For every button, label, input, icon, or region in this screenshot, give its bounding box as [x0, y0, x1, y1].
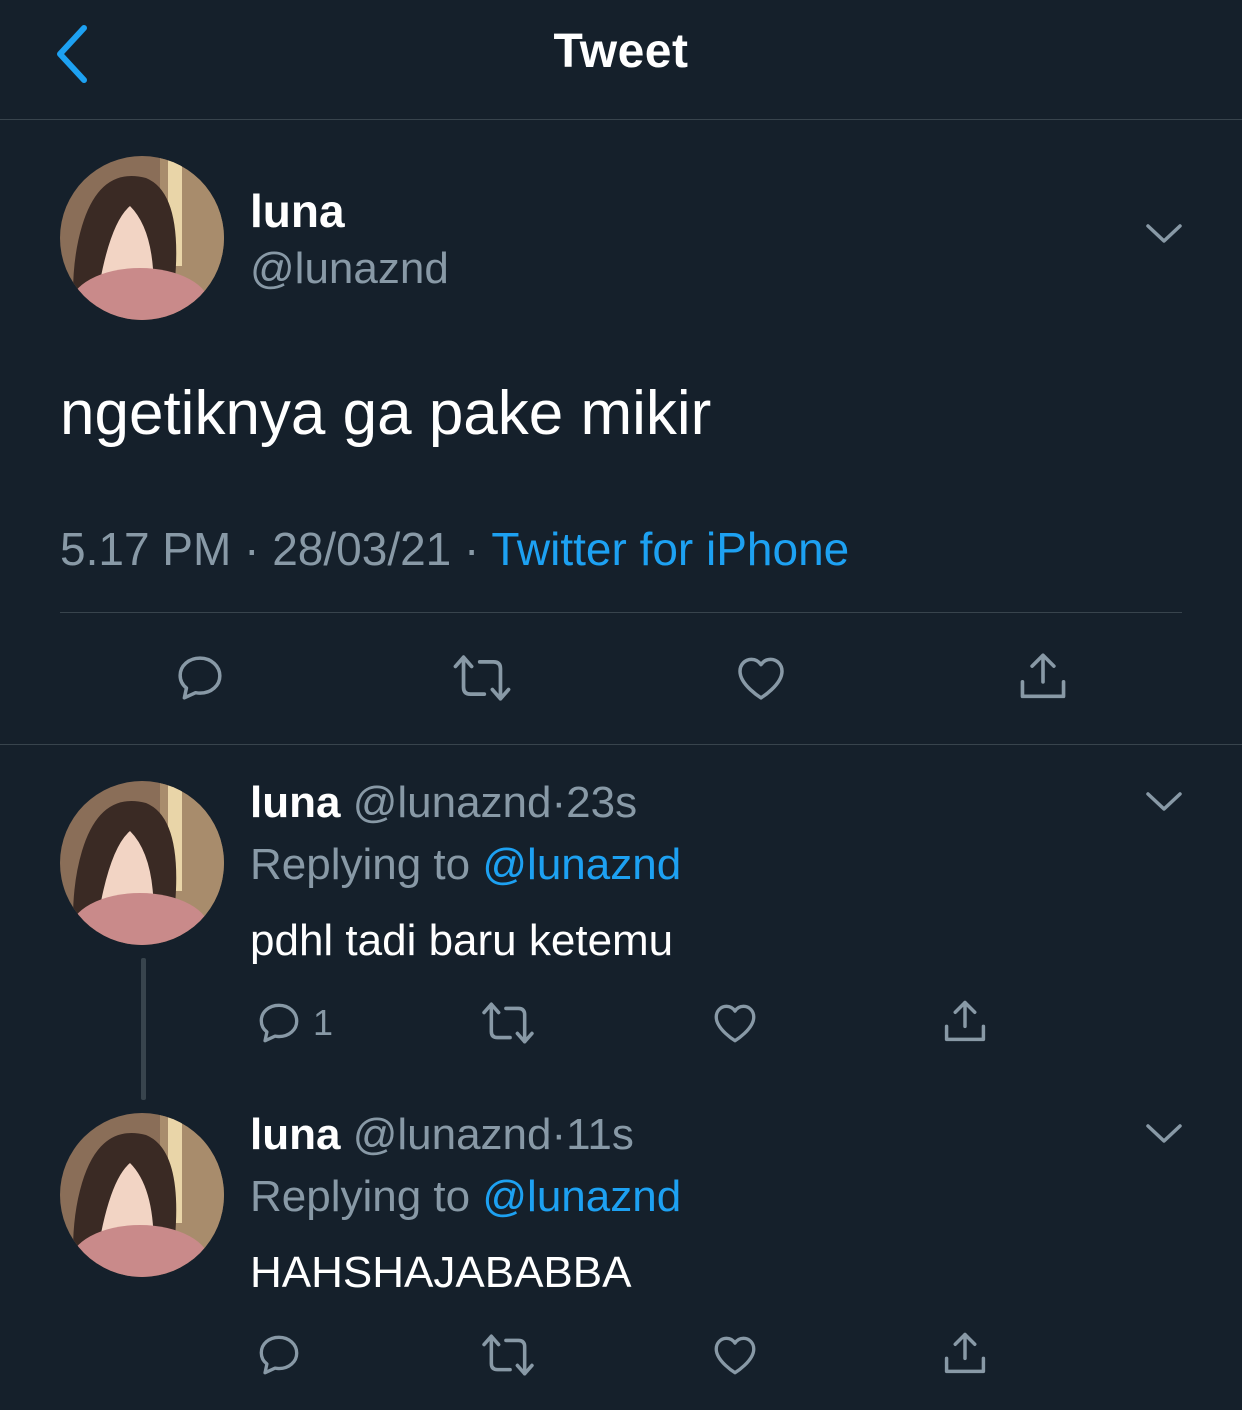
chevron-down-icon[interactable] — [1145, 1122, 1183, 1151]
chevron-down-icon[interactable] — [1145, 222, 1183, 251]
replying-to-label: Replying to — [250, 1172, 471, 1221]
meta-separator: · — [551, 778, 567, 827]
tweet-date: 28/03/21 — [272, 523, 452, 575]
reply-icon[interactable] — [254, 998, 304, 1048]
retweet-icon[interactable] — [480, 1330, 536, 1380]
tweet-time: 11s — [566, 1110, 634, 1159]
reply-icon[interactable] — [254, 1330, 304, 1380]
reply-text: HAHSHAJABABBA — [250, 1248, 632, 1297]
retweet-icon[interactable] — [452, 650, 512, 706]
display-name[interactable]: luna — [250, 778, 340, 827]
divider — [60, 612, 1182, 613]
heart-icon[interactable] — [733, 650, 789, 706]
share-icon[interactable] — [1014, 648, 1072, 706]
share-icon[interactable] — [939, 1328, 991, 1380]
username[interactable]: @lunaznd — [353, 778, 552, 827]
reply-icon[interactable] — [172, 650, 228, 706]
meta-separator: · — [244, 523, 260, 575]
tweet-meta: 5.17 PM · 28/03/21 · Twitter for iPhone — [60, 522, 849, 576]
tweet-time: 23s — [566, 778, 638, 827]
replying-to-label: Replying to — [250, 840, 471, 889]
reply-text: pdhl tadi baru ketemu — [250, 916, 674, 965]
tweet-time: 5.17 PM — [60, 523, 232, 575]
heart-icon[interactable] — [710, 1330, 760, 1380]
avatar[interactable] — [60, 156, 224, 320]
share-icon[interactable] — [939, 996, 991, 1048]
page-title: Tweet — [553, 25, 689, 78]
reply-count: 1 — [313, 1002, 334, 1043]
meta-separator: · — [464, 523, 480, 575]
replying-to: Replying to @lunaznd — [250, 840, 681, 890]
reply-header: luna @lunaznd·11s — [250, 1110, 634, 1160]
replying-to-handle[interactable]: @lunaznd — [482, 840, 681, 889]
reply-header: luna @lunaznd·23s — [250, 778, 637, 828]
tweet-source-link[interactable]: Twitter for iPhone — [491, 523, 849, 575]
chevron-down-icon[interactable] — [1145, 790, 1183, 819]
display-name[interactable]: luna — [250, 1110, 340, 1159]
display-name[interactable]: luna — [250, 184, 345, 238]
username[interactable]: @lunaznd — [353, 1110, 552, 1159]
username[interactable]: @lunaznd — [250, 244, 449, 294]
replying-to-handle[interactable]: @lunaznd — [482, 1172, 681, 1221]
replying-to: Replying to @lunaznd — [250, 1172, 681, 1222]
tweet-text: ngetiknya ga pake mikir — [60, 379, 712, 448]
heart-icon[interactable] — [710, 998, 760, 1048]
retweet-icon[interactable] — [480, 998, 536, 1048]
avatar[interactable] — [60, 781, 224, 945]
meta-separator: · — [551, 1110, 567, 1159]
divider — [0, 744, 1242, 745]
avatar[interactable] — [60, 1113, 224, 1277]
thread-line — [141, 958, 146, 1100]
